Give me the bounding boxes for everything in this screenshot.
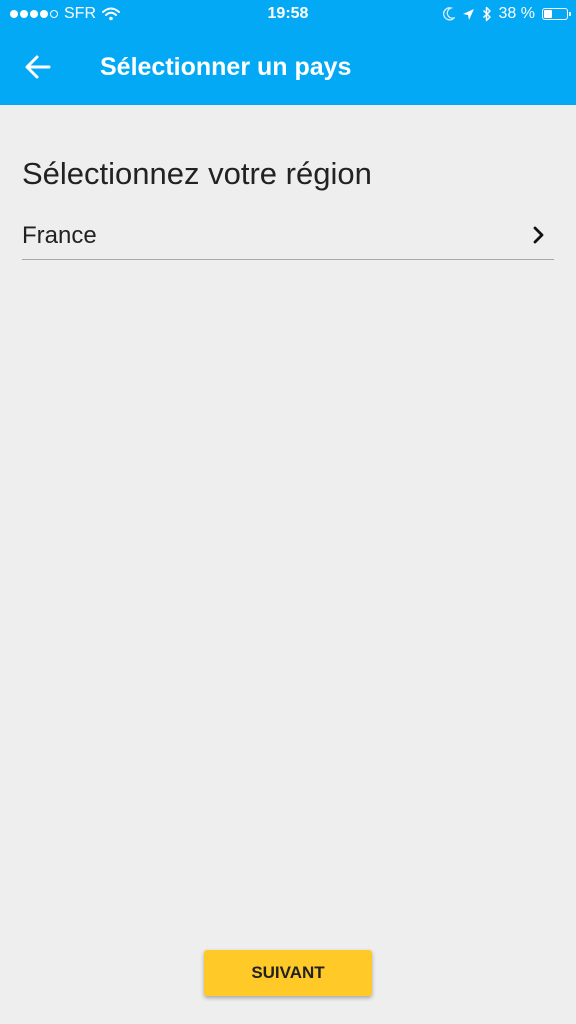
section-title: Sélectionnez votre région	[22, 156, 372, 191]
bluetooth-icon	[482, 6, 491, 22]
screen: SFR 19:58 38 % Sélectionner un pays Séle…	[0, 0, 576, 1024]
selected-region: France	[22, 222, 97, 249]
next-button[interactable]: SUIVANT	[204, 950, 372, 996]
battery-percentage: 38 %	[498, 5, 535, 22]
page-title: Sélectionner un pays	[100, 53, 352, 81]
chevron-right-icon	[533, 226, 544, 244]
moon-icon	[442, 7, 455, 21]
battery-icon	[542, 8, 571, 20]
battery-level	[544, 10, 552, 18]
status-right: 38 %	[442, 5, 571, 23]
location-arrow-icon	[462, 8, 474, 20]
arrow-left-icon	[25, 55, 51, 79]
back-button[interactable]	[22, 52, 54, 82]
region-select[interactable]: France	[22, 212, 554, 260]
status-bar: SFR 19:58 38 %	[0, 0, 576, 28]
app-bar: Sélectionner un pays	[0, 28, 576, 105]
